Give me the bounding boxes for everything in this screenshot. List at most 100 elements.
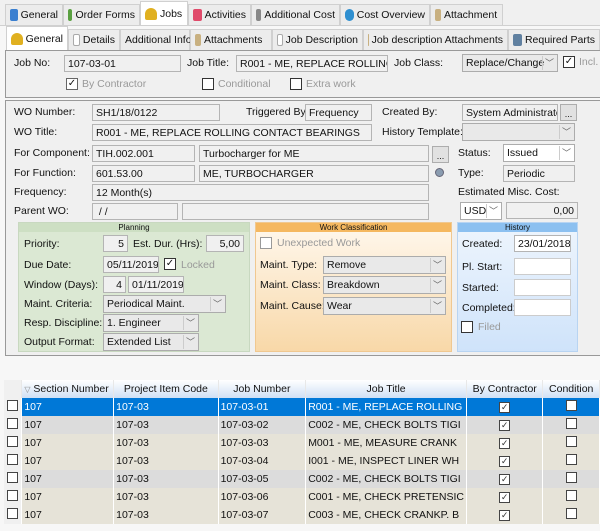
tab-jobs[interactable]: Jobs — [140, 1, 188, 25]
tab-activities[interactable]: Activities — [188, 4, 251, 25]
cell-conditional[interactable] — [542, 488, 600, 506]
cell-conditional[interactable] — [542, 416, 600, 434]
column-header-job-number[interactable]: Job Number — [218, 380, 307, 398]
filed-checkbox[interactable] — [461, 321, 473, 333]
created-field[interactable]: 23/01/2018 — [514, 235, 571, 252]
subtab-additional-info[interactable]: Additional Info — [120, 29, 192, 50]
wo-title-field[interactable]: R001 - ME, REPLACE ROLLING CONTACT BEARI… — [92, 124, 372, 141]
window-days-field[interactable]: 4 — [103, 276, 126, 293]
currency-select[interactable]: USD ﹀ — [460, 202, 502, 220]
job-title-field[interactable]: R001 - ME, REPLACE ROLLING CC — [236, 55, 388, 72]
incl-checkbox[interactable]: ✓ — [563, 56, 575, 68]
tab-order-forms[interactable]: Order Forms — [63, 4, 140, 25]
component-name-field[interactable]: Turbocharger for ME — [199, 145, 429, 162]
maint-criteria-select[interactable]: Periodical Maint. ﹀ — [103, 295, 226, 313]
conditional-checkbox[interactable] — [565, 454, 577, 465]
row-checkbox-cell[interactable] — [4, 488, 23, 506]
row-checkbox-cell[interactable] — [4, 434, 23, 452]
window-date-field[interactable]: 01/11/2019 — [128, 276, 184, 293]
by-contractor-checkbox[interactable]: ✓ — [499, 456, 511, 467]
table-row[interactable]: 107 107-03 107-03-05 C002 - ME, CHECK BOLTS… — [4, 470, 600, 488]
column-header-conditional[interactable]: Condition — [542, 380, 600, 398]
completed-field[interactable] — [514, 299, 571, 316]
function-code-field[interactable]: 601.53.00 — [92, 165, 195, 182]
subtab-details[interactable]: Details — [68, 29, 120, 50]
maint-class-select[interactable]: Breakdown ﹀ — [323, 276, 446, 294]
tab-attachment[interactable]: Attachment — [430, 4, 503, 25]
by-contractor-checkbox[interactable]: ✓ — [499, 492, 511, 503]
cell-by-contractor[interactable]: ✓ — [466, 470, 544, 488]
component-code-field[interactable]: TIH.002.001 — [92, 145, 195, 162]
cell-conditional[interactable] — [542, 506, 600, 524]
job-class-select[interactable]: Replace/Change ﹀ — [462, 54, 558, 72]
priority-field[interactable]: 5 — [103, 235, 128, 252]
subtab-general[interactable]: General — [6, 26, 68, 50]
row-checkbox-cell[interactable] — [4, 506, 23, 524]
triggered-by-field[interactable]: Frequency — [305, 104, 372, 121]
column-header-job-title[interactable]: Job Title — [305, 380, 467, 398]
cell-conditional[interactable] — [542, 470, 600, 488]
parent-wo-field[interactable]: / / — [92, 203, 178, 220]
by-contractor-checkbox[interactable]: ✓ — [499, 438, 511, 449]
column-header-by-contractor[interactable]: By Contractor — [466, 380, 544, 398]
maint-cause-select[interactable]: Wear ﹀ — [323, 297, 446, 315]
column-header-section[interactable]: ▽ Section Number — [21, 380, 115, 398]
row-select-checkbox[interactable] — [7, 508, 18, 519]
subtab-required-parts[interactable]: Required Parts — [508, 29, 600, 50]
cell-by-contractor[interactable]: ✓ — [466, 506, 544, 524]
column-header-item-code[interactable]: Project Item Code — [113, 380, 219, 398]
misc-cost-field[interactable]: 0,00 — [506, 202, 578, 219]
by-contractor-checkbox[interactable]: ✓ — [499, 402, 511, 413]
row-checkbox-cell[interactable] — [4, 398, 23, 416]
conditional-checkbox[interactable] — [565, 472, 577, 483]
subtab-attachments[interactable]: Attachments — [190, 29, 272, 50]
output-format-select[interactable]: Extended List ﹀ — [103, 333, 199, 351]
cell-conditional[interactable] — [542, 452, 600, 470]
maint-type-select[interactable]: Remove ﹀ — [323, 256, 446, 274]
table-row[interactable]: 107 107-03 107-03-07 C003 - ME, CHECK CRANK… — [4, 506, 600, 524]
subtab-job-description[interactable]: Job Description — [272, 29, 363, 50]
row-select-checkbox[interactable] — [7, 400, 18, 411]
by-contractor-checkbox[interactable]: ✓ — [66, 78, 78, 90]
tab-cost-overview[interactable]: Cost Overview — [340, 4, 430, 25]
conditional-checkbox[interactable] — [565, 436, 577, 447]
status-select[interactable]: Issued ﹀ — [503, 144, 575, 162]
table-row[interactable]: 107 107-03 107-03-04 I001 - ME, INSPECT LIN… — [4, 452, 600, 470]
unexpected-work-checkbox[interactable] — [260, 237, 272, 249]
row-select-checkbox[interactable] — [7, 454, 18, 465]
cell-by-contractor[interactable]: ✓ — [466, 434, 544, 452]
parent-wo-name-field[interactable] — [182, 203, 429, 220]
tab-additional-cost[interactable]: Additional Cost — [251, 4, 340, 25]
wo-number-field[interactable]: SH1/18/0122 — [92, 104, 220, 121]
resp-discipline-select[interactable]: 1. Engineer ﹀ — [103, 314, 199, 332]
cell-conditional[interactable] — [542, 398, 600, 416]
cell-by-contractor[interactable]: ✓ — [466, 398, 544, 416]
table-row[interactable]: 107 107-03 107-03-06 C001 - ME, CHECK PRETE… — [4, 488, 600, 506]
type-field[interactable]: Periodic — [503, 165, 575, 182]
due-date-field[interactable]: 05/11/2019 — [103, 256, 159, 273]
tab-general[interactable]: General — [5, 4, 63, 25]
by-contractor-checkbox[interactable]: ✓ — [499, 474, 511, 485]
conditional-checkbox[interactable] — [565, 400, 577, 411]
conditional-checkbox[interactable] — [565, 490, 577, 501]
created-by-field[interactable]: System Administrator — [462, 104, 558, 121]
table-row[interactable]: 107 107-03 107-03-03 M001 - ME, MEASURE CRA… — [4, 434, 600, 452]
frequency-field[interactable]: 12 Month(s) — [92, 184, 429, 201]
function-name-field[interactable]: ME, TURBOCHARGER — [199, 165, 429, 182]
row-select-checkbox[interactable] — [7, 472, 18, 483]
conditional-checkbox[interactable] — [565, 508, 577, 519]
job-no-field[interactable]: 107-03-01 — [64, 55, 181, 72]
planned-start-field[interactable] — [514, 258, 571, 275]
conditional-checkbox[interactable] — [202, 78, 214, 90]
row-select-checkbox[interactable] — [7, 418, 18, 429]
table-row[interactable]: 107 107-03 107-03-01 R001 - ME, REPLACE ROL… — [4, 398, 600, 416]
conditional-checkbox[interactable] — [565, 418, 577, 429]
history-template-select[interactable]: ﹀ — [462, 123, 575, 141]
cell-by-contractor[interactable]: ✓ — [466, 416, 544, 434]
by-contractor-checkbox[interactable]: ✓ — [499, 420, 511, 431]
extra-work-checkbox[interactable] — [290, 78, 302, 90]
row-select-checkbox[interactable] — [7, 490, 18, 501]
table-row[interactable]: 107 107-03 107-03-02 C002 - ME, CHECK BOLTS… — [4, 416, 600, 434]
by-contractor-checkbox[interactable]: ✓ — [499, 510, 511, 521]
est-dur-field[interactable]: 5,00 — [206, 235, 244, 252]
